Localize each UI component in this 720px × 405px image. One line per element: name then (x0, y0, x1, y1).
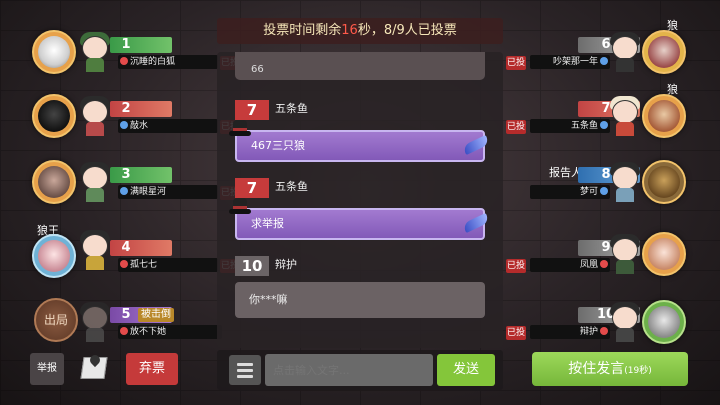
chat-bubble: 467三只狼 (235, 130, 485, 162)
gender-icon (600, 121, 608, 129)
seat-number-tag: 4 (110, 240, 172, 256)
banner-suffix: 秒，8/9人已投票 (357, 23, 457, 38)
message-text: 你***嘛 (249, 293, 288, 306)
player-character (78, 228, 112, 270)
speak-timer: (19秒) (624, 366, 652, 376)
player-name-bar: 满眼星河 (118, 185, 218, 199)
map-button[interactable] (74, 352, 114, 385)
player-name-bar: 梦可 (530, 185, 610, 199)
player-name: 辩护 (579, 327, 598, 337)
out-badge: 出局 (34, 298, 78, 342)
player-character (78, 30, 112, 72)
player-character (78, 160, 112, 202)
chat-message-fragment: 66 (235, 52, 485, 80)
player-avatar[interactable] (32, 160, 76, 204)
voted-badge: 已投 (506, 259, 526, 273)
player-character (78, 94, 112, 136)
player-character (608, 30, 642, 72)
menu-list-button[interactable] (229, 355, 261, 385)
player-name-bar: 吵架那一年 (530, 55, 610, 69)
player-character (608, 232, 642, 274)
seat-number: 4 (121, 240, 131, 255)
gender-icon (600, 57, 608, 65)
chat-bubble: 求举报 (235, 208, 485, 240)
gender-icon (120, 121, 128, 129)
player-character (608, 94, 642, 136)
sender-seat: 10 (235, 256, 269, 276)
sender-name: 五条鱼 (275, 180, 308, 193)
gender-icon (120, 57, 128, 65)
player-character (608, 300, 642, 342)
seat-number: 2 (121, 101, 131, 116)
chat-panel[interactable]: 66 7 五条鱼 467三只狼 7 五条鱼 求举报 10 辩护 你***嘛 (217, 52, 503, 348)
chat-sender-header: 7 五条鱼 (235, 178, 308, 198)
player-avatar[interactable] (642, 30, 686, 74)
player-name: 沉睡的白狐 (130, 57, 176, 67)
player-avatar[interactable] (642, 94, 686, 138)
chat-sender-header: 10 辩护 (235, 256, 297, 276)
voted-badge: 已投 (506, 56, 526, 70)
seat-number: 3 (121, 167, 131, 182)
sender-name: 辩护 (275, 258, 297, 271)
send-button[interactable]: 发送 (437, 354, 495, 386)
player-name: 凤凰 (579, 260, 598, 270)
player-name: 吵架那一年 (552, 57, 598, 67)
report-button[interactable]: 举报 (30, 353, 64, 385)
player-avatar[interactable] (642, 232, 686, 276)
gender-icon (120, 187, 128, 195)
player-avatar[interactable] (642, 160, 686, 204)
player-character (608, 160, 642, 202)
player-name: 五条鱼 (570, 121, 598, 131)
countdown-seconds: 16 (341, 23, 358, 38)
player-name-bar: 五条鱼 (530, 119, 610, 133)
hat-icon (229, 198, 251, 220)
message-text: 66 (251, 64, 264, 75)
chat-input-bar: 发送 (217, 350, 503, 390)
player-name: 孤七七 (130, 260, 158, 270)
seat-number: 5 (121, 307, 131, 322)
player-name-bar: 凤凰 (530, 258, 610, 272)
seat-number: 1 (121, 37, 131, 52)
banner-prefix: 投票时间剩余 (263, 23, 342, 38)
abstain-vote-button[interactable]: 弃票 (126, 353, 178, 385)
chat-bubble: 你***嘛 (235, 282, 485, 318)
chat-sender-header: 7 五条鱼 (235, 100, 308, 120)
player-avatar[interactable] (32, 234, 76, 278)
gender-icon (600, 187, 608, 195)
hat-icon (229, 120, 251, 142)
player-name-bar: 敲水 (118, 119, 218, 133)
sender-seat: 7 (235, 100, 269, 120)
player-character (78, 300, 112, 342)
player-name-bar: 孤七七 (118, 258, 218, 272)
sender-seat: 7 (235, 178, 269, 198)
voted-badge: 已投 (506, 120, 526, 134)
player-avatar[interactable] (32, 30, 76, 74)
player-name-bar: 辩护 (530, 325, 610, 339)
gender-icon (600, 260, 608, 268)
message-text: 467三只狼 (251, 139, 305, 152)
player-avatar[interactable] (642, 300, 686, 344)
hold-to-speak-button[interactable]: 按住发言(19秒) (532, 352, 688, 386)
seat-number-tag: 1 (110, 37, 172, 53)
player-name-bar: 放不下她 (118, 325, 222, 339)
player-name-bar: 沉睡的白狐 (118, 55, 218, 69)
sender-name: 五条鱼 (275, 102, 308, 115)
player-name: 敲水 (130, 121, 149, 131)
player-name: 放不下她 (130, 327, 167, 337)
player-name: 梦可 (579, 187, 598, 197)
chat-text-input[interactable] (265, 354, 433, 386)
player-avatar[interactable] (32, 94, 76, 138)
player-name: 满眼星河 (130, 187, 167, 197)
seat-number-tag: 3 (110, 167, 172, 183)
voted-badge: 已投 (506, 326, 526, 340)
gender-icon (120, 260, 128, 268)
gender-icon (600, 327, 608, 335)
vote-timer-banner: 投票时间剩余16秒，8/9人已投票 (217, 18, 503, 44)
knocked-down-status: 被击倒 (138, 308, 174, 322)
speak-label: 按住发言 (568, 361, 625, 377)
message-text: 求举报 (251, 217, 284, 230)
seat-number-tag: 2 (110, 101, 172, 117)
gender-icon (120, 327, 128, 335)
